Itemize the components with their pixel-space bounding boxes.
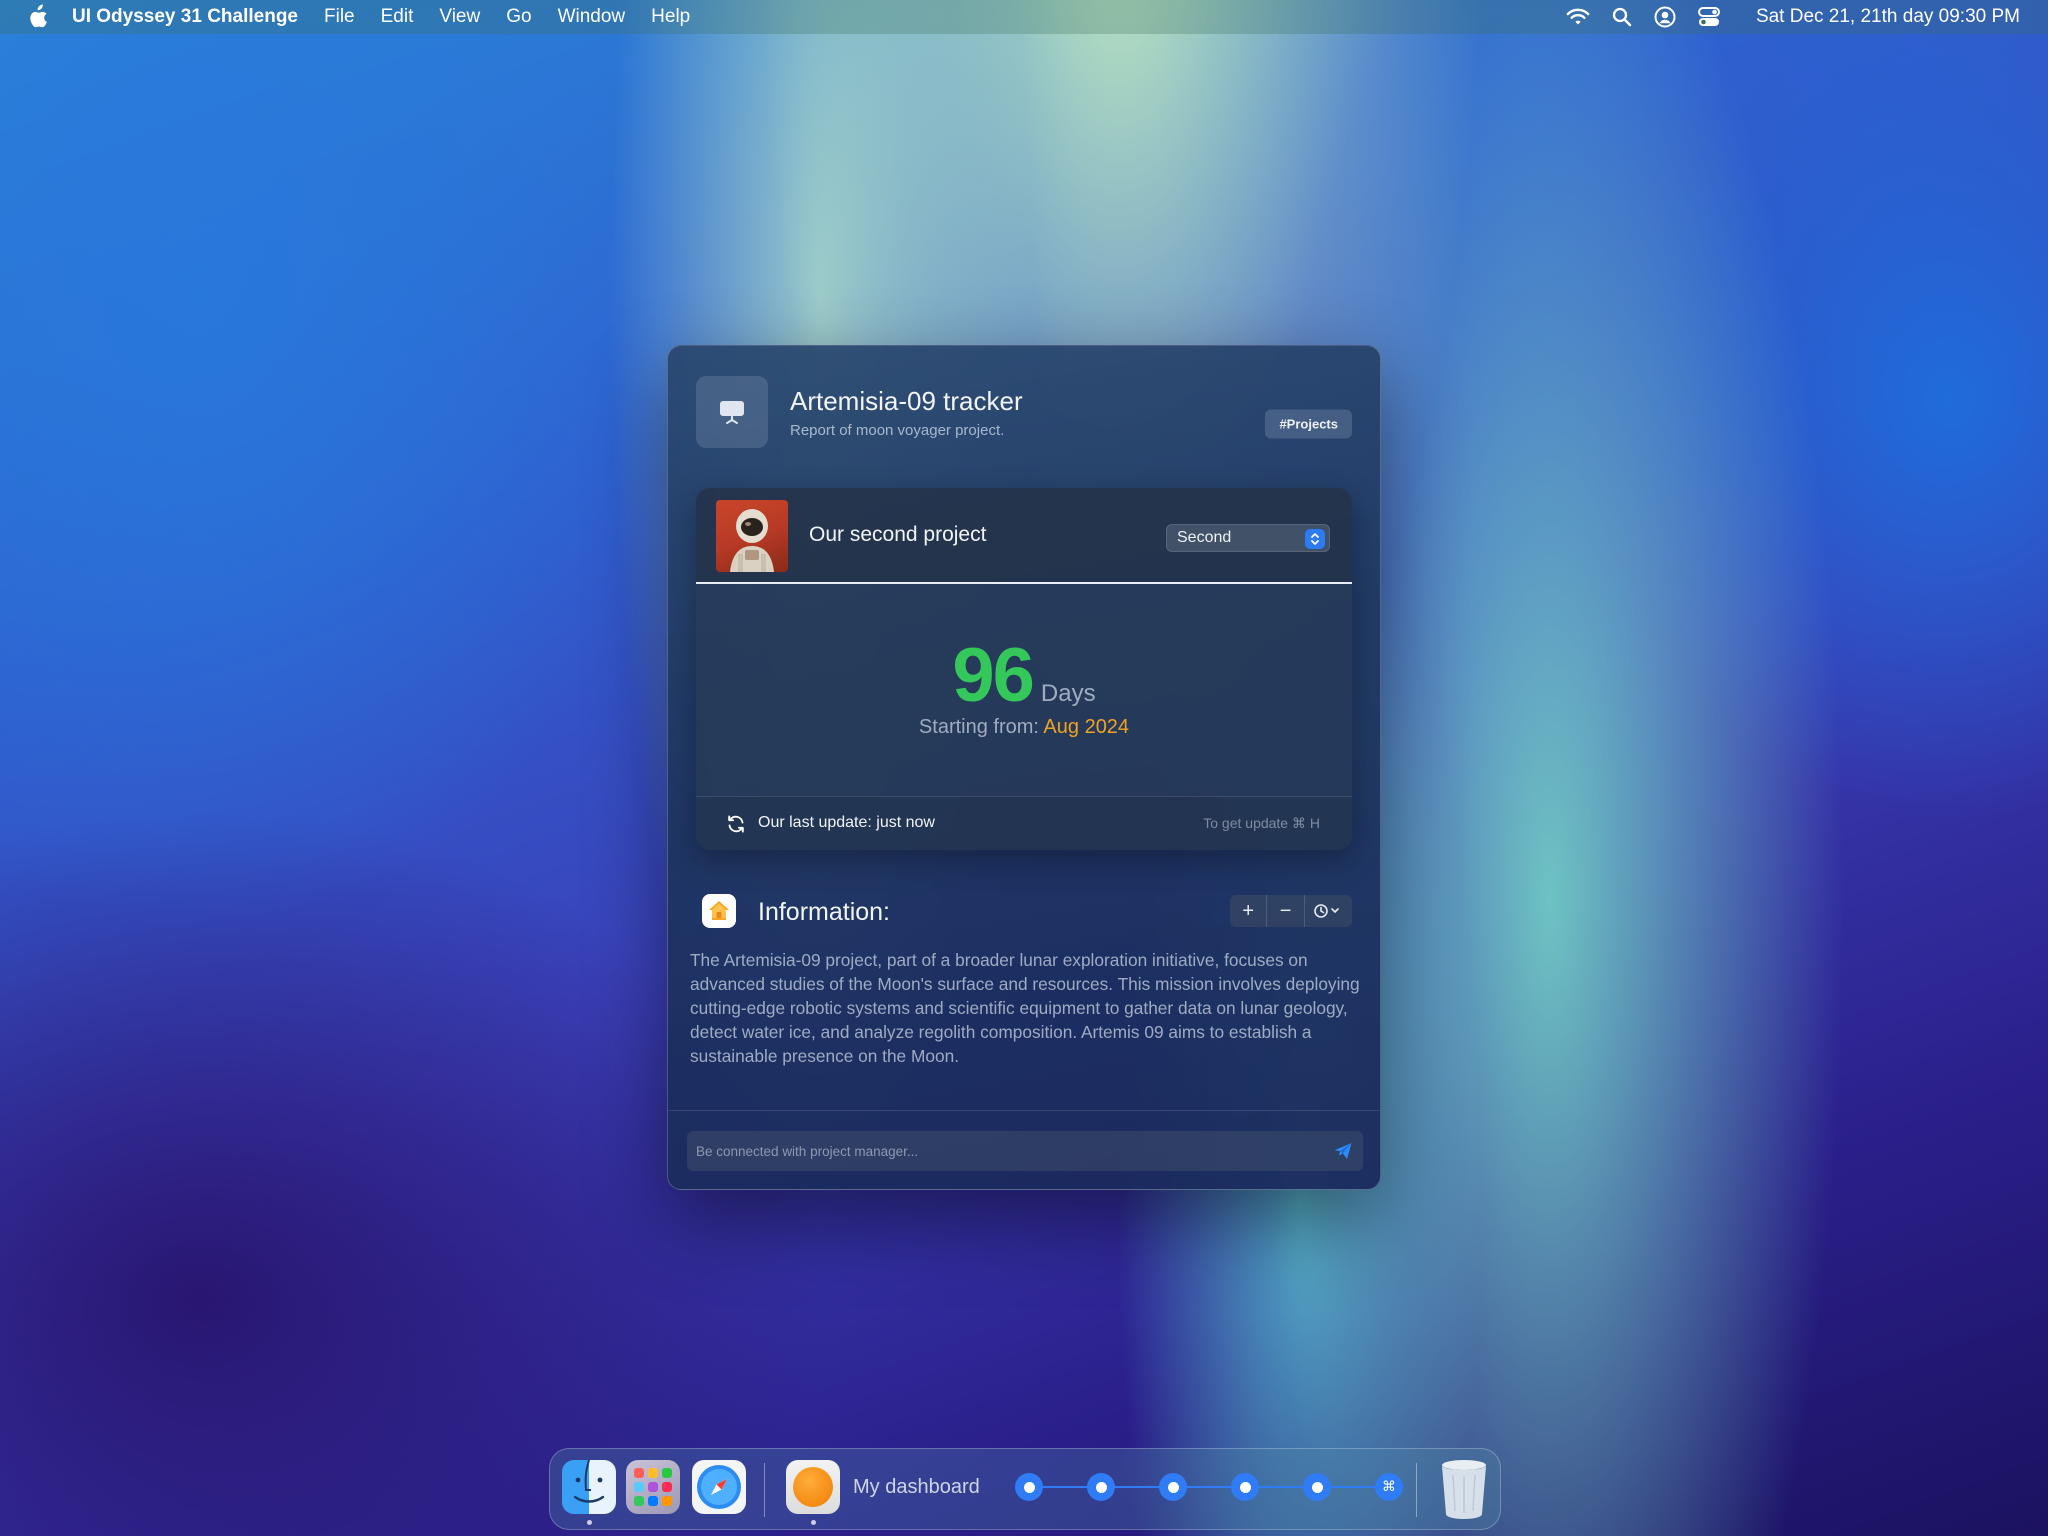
menu-go[interactable]: Go [506, 6, 531, 28]
step-dot [1023, 1481, 1035, 1493]
orange-app-icon[interactable] [786, 1460, 840, 1514]
step-dot [1167, 1481, 1179, 1493]
project-select-value: Second [1177, 529, 1232, 546]
window-subtitle: Report of moon voyager project. [790, 422, 1005, 439]
menu-window[interactable]: Window [558, 6, 626, 28]
days-unit: Days [1040, 680, 1096, 707]
step-2[interactable] [1087, 1473, 1115, 1501]
user-icon[interactable] [1654, 6, 1676, 28]
home-icon [702, 894, 736, 928]
apple-logo-icon[interactable] [26, 4, 50, 30]
chevron-updown-icon [1305, 529, 1325, 549]
finder-running-indicator [587, 1520, 592, 1525]
step-dot [1239, 1481, 1251, 1493]
days-counter: 96 Days Starting from: Aug 2024 [696, 584, 1352, 796]
orange-app-running-indicator [811, 1520, 816, 1525]
step-5[interactable] [1303, 1473, 1331, 1501]
menu-view[interactable]: View [439, 6, 480, 28]
message-input[interactable] [687, 1131, 1363, 1171]
dock-separator [764, 1463, 765, 1517]
menu-edit[interactable]: Edit [381, 6, 414, 28]
project-card-header: Our second project Second [696, 488, 1352, 584]
send-icon[interactable] [1333, 1141, 1353, 1161]
project-select[interactable]: Second [1166, 524, 1330, 552]
monitor-icon [696, 376, 768, 448]
finder-icon[interactable] [562, 1460, 616, 1514]
update-shortcut-hint: To get update ⌘ H [1203, 815, 1320, 831]
menu-clock[interactable]: Sat Dec 21, 21th day 09:30 PM [1756, 6, 2020, 28]
projects-tag[interactable]: #Projects [1265, 409, 1352, 439]
orange-ball [793, 1467, 833, 1507]
dock-separator [1416, 1463, 1417, 1517]
add-button[interactable]: + [1230, 895, 1268, 927]
window-title: Artemisia-09 tracker [790, 386, 1023, 416]
update-bar: Our last update: just now To get update … [696, 796, 1352, 850]
launchpad-icon[interactable] [626, 1460, 680, 1514]
message-bar [687, 1131, 1363, 1171]
info-controls: + − [1230, 895, 1352, 927]
step-3[interactable] [1159, 1473, 1187, 1501]
app-name-menu[interactable]: UI Odyssey 31 Challenge [72, 6, 298, 28]
tracker-window: Artemisia-09 tracker Report of moon voya… [667, 345, 1381, 1190]
menu-bar: UI Odyssey 31 Challenge File Edit View G… [0, 0, 2048, 34]
project-card: Our second project Second 96 Days Starti… [696, 488, 1352, 850]
step-4[interactable] [1231, 1473, 1259, 1501]
refresh-icon[interactable] [726, 814, 746, 834]
step-dot [1311, 1481, 1323, 1493]
start-date: Aug 2024 [1043, 716, 1130, 738]
timer-dropdown-button[interactable] [1305, 895, 1352, 927]
start-line: Starting from: Aug 2024 [696, 716, 1352, 739]
dock: My dashboard ⌘ [549, 1448, 1501, 1530]
step-command[interactable]: ⌘ [1375, 1473, 1403, 1501]
days-count: 96 [952, 633, 1035, 718]
trash-icon[interactable] [1435, 1457, 1493, 1519]
information-title: Information: [758, 898, 891, 926]
astronaut-avatar [716, 500, 788, 572]
steps-line [1029, 1486, 1391, 1488]
project-name: Our second project [809, 523, 987, 546]
step-1[interactable] [1015, 1473, 1043, 1501]
start-label: Starting from: [918, 716, 1039, 738]
dashboard-steps: ⌘ [1015, 1473, 1405, 1501]
last-update-text: Our last update: just now [758, 814, 935, 831]
control-center-icon[interactable] [1697, 7, 1720, 27]
step-dot [1095, 1481, 1107, 1493]
information-text: The Artemisia-09 project, part of a broa… [690, 950, 1360, 1066]
wifi-icon[interactable] [1566, 8, 1590, 26]
dashboard-label[interactable]: My dashboard [853, 1476, 980, 1499]
menu-file[interactable]: File [324, 6, 355, 28]
menu-help[interactable]: Help [651, 6, 690, 28]
divider [668, 1110, 1380, 1111]
window-header: Artemisia-09 tracker Report of moon voya… [696, 376, 1352, 448]
remove-button[interactable]: − [1267, 895, 1305, 927]
safari-icon[interactable] [692, 1460, 746, 1514]
search-icon[interactable] [1612, 7, 1632, 27]
